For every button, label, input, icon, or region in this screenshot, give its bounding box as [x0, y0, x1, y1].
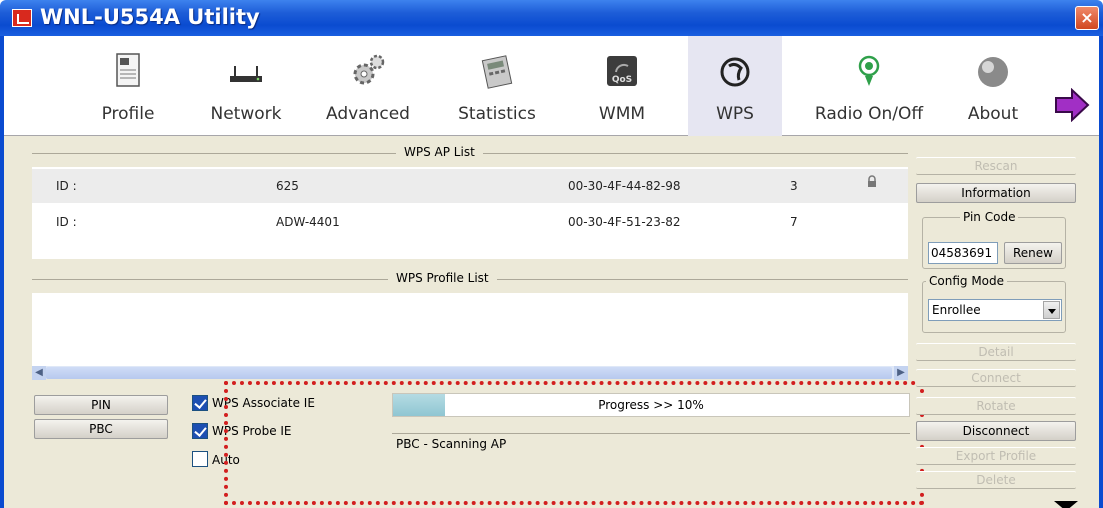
scroll-thumb[interactable]: [46, 367, 892, 379]
scroll-left-icon[interactable]: ◀: [32, 366, 46, 380]
rotate-button[interactable]: Rotate: [916, 397, 1076, 415]
wps-page: WPS AP List ID : 625 00-30-4F-44-82-98 3…: [4, 137, 1099, 508]
network-icon: [230, 66, 262, 82]
wps-profile-list[interactable]: [32, 293, 908, 365]
toolbar-label-profile: Profile: [101, 104, 155, 124]
rescan-button[interactable]: Rescan: [916, 157, 1076, 175]
toolbar-radio[interactable]: Radio On/Off: [804, 36, 934, 136]
radio-icon: [858, 55, 880, 86]
toolbar-profile[interactable]: Profile: [78, 36, 178, 136]
toolbar-label-about: About: [967, 104, 1019, 124]
wps-ap-list[interactable]: ID : 625 00-30-4F-44-82-98 3 ID : ADW-44…: [32, 167, 908, 259]
ap-bssid: 00-30-4F-44-82-98: [568, 179, 681, 193]
ap-ssid: 625: [276, 179, 299, 193]
ap-ssid: ADW-4401: [276, 215, 340, 229]
toolbar-label-wmm: WMM: [598, 104, 646, 124]
wps-probe-ie-label: WPS Probe IE: [212, 424, 292, 438]
delete-button[interactable]: Delete: [916, 471, 1076, 489]
horizontal-scrollbar[interactable]: ◀ ▶: [32, 365, 908, 380]
config-mode-value: Enrollee: [932, 303, 981, 317]
wps-icon: [720, 57, 750, 87]
ap-bssid: 00-30-4F-51-23-82: [568, 215, 681, 229]
wps-probe-ie-checkbox[interactable]: [192, 423, 208, 439]
toolbar-statistics[interactable]: Statistics: [442, 36, 552, 136]
about-icon: [978, 57, 1008, 87]
toolbar-wps[interactable]: WPS: [688, 36, 782, 136]
pin-code-field[interactable]: 04583691: [928, 242, 998, 264]
statistics-icon: [481, 55, 513, 89]
app-icon: [12, 9, 32, 27]
toolbar-about[interactable]: About: [948, 36, 1038, 136]
ap-channel: 3: [790, 179, 798, 193]
toolbar-label-statistics: Statistics: [458, 104, 536, 124]
title-bar[interactable]: WNL-U554A Utility ×: [0, 0, 1103, 36]
pbc-button[interactable]: PBC: [34, 419, 168, 439]
status-text: PBC - Scanning AP: [396, 437, 507, 451]
chevron-down-icon[interactable]: [1043, 301, 1060, 319]
toolbar-label-network: Network: [210, 104, 282, 124]
toolbar-label-radio: Radio On/Off: [814, 104, 924, 124]
next-arrow-icon[interactable]: [1052, 88, 1092, 122]
expand-down-icon[interactable]: [1054, 501, 1078, 508]
ap-channel: 7: [790, 215, 798, 229]
ap-row[interactable]: ID : ADW-4401 00-30-4F-51-23-82 7: [32, 205, 908, 239]
config-mode-select[interactable]: Enrollee: [928, 299, 1062, 321]
toolbar-wmm[interactable]: QoS WMM: [572, 36, 672, 136]
ap-id-label: ID :: [56, 215, 77, 229]
progress-bar: Progress >> 10%: [392, 393, 910, 417]
toolbar-label-advanced: Advanced: [326, 104, 410, 124]
connect-button[interactable]: Connect: [916, 369, 1076, 387]
wps-associate-ie-checkbox[interactable]: [192, 395, 208, 411]
progress-text: Progress >> 10%: [598, 398, 704, 412]
close-button[interactable]: ×: [1075, 6, 1099, 30]
wps-associate-ie-label: WPS Associate IE: [212, 396, 315, 410]
scroll-right-icon[interactable]: ▶: [894, 366, 908, 380]
pin-button[interactable]: PIN: [34, 395, 168, 415]
renew-button[interactable]: Renew: [1004, 242, 1062, 264]
status-divider: [392, 433, 910, 434]
ap-row[interactable]: ID : 625 00-30-4F-44-82-98 3: [32, 169, 908, 203]
toolbar: Profile Network Advanced Statistics QoS …: [4, 36, 1099, 136]
qos-icon-text: QoS: [612, 75, 632, 85]
lock-icon: [868, 175, 876, 187]
ap-id-label: ID :: [56, 179, 77, 193]
auto-label: Auto: [212, 453, 240, 467]
config-mode-title: Config Mode: [926, 274, 1008, 288]
qos-icon: QoS: [607, 56, 637, 86]
auto-checkbox[interactable]: [192, 451, 208, 467]
gear-icon: [353, 54, 385, 85]
toolbar-label-wps: WPS: [716, 104, 754, 124]
detail-button[interactable]: Detail: [916, 343, 1076, 361]
toolbar-network[interactable]: Network: [196, 36, 296, 136]
profile-icon: [116, 53, 140, 87]
ap-list-title: WPS AP List: [396, 145, 483, 159]
export-profile-button[interactable]: Export Profile: [916, 447, 1076, 465]
information-button[interactable]: Information: [916, 183, 1076, 203]
profile-list-title: WPS Profile List: [388, 271, 497, 285]
window-title: WNL-U554A Utility: [40, 5, 260, 29]
disconnect-button[interactable]: Disconnect: [916, 421, 1076, 441]
toolbar-advanced[interactable]: Advanced: [318, 36, 418, 136]
pin-code-title: Pin Code: [960, 210, 1019, 224]
